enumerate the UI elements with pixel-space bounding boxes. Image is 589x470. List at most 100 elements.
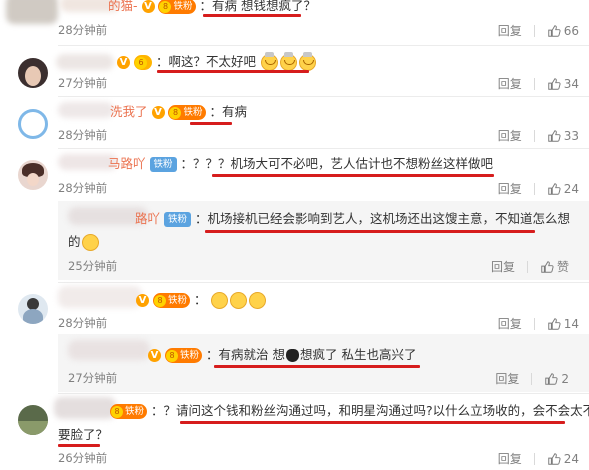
fan-badge: 8 铁粉 xyxy=(158,0,196,14)
comment-line: V 8 铁粉 ：有病就治 想想疯了 私生也高兴了 xyxy=(148,346,416,364)
like-button[interactable]: 24 xyxy=(547,182,579,196)
username[interactable]: 马路吖 xyxy=(108,156,146,171)
crown-emoji-icon xyxy=(298,52,316,71)
colon: ： xyxy=(195,211,208,226)
timestamp: 28分钟前 xyxy=(58,128,108,142)
avatar[interactable] xyxy=(18,405,48,435)
timestamp: 26分钟前 xyxy=(58,451,108,465)
like-label: 赞 xyxy=(556,260,569,274)
verified-icon: V xyxy=(117,56,130,69)
divider xyxy=(533,317,535,330)
avatar[interactable] xyxy=(18,109,48,139)
money-bag-icon xyxy=(285,349,299,362)
username[interactable]: 路吖 xyxy=(135,211,160,226)
like-count: 33 xyxy=(563,128,579,143)
comment-text: ？？？机场大可不必吧，艺人估计也不想粉丝这样做吧 xyxy=(193,156,494,171)
username[interactable]: 的猫- xyxy=(108,0,138,13)
comment-line-2: 要脸了？ xyxy=(58,426,108,444)
comment-actions: 回复 66 xyxy=(498,22,579,39)
comment-1: 的猫- V 8 铁粉 ：有病 想钱想疯了？ 28分钟前 回复 66 xyxy=(0,0,589,46)
comment-text: 啊这？不太好吧 xyxy=(168,54,256,69)
like-button[interactable]: 34 xyxy=(547,77,579,91)
thumbs-up-icon xyxy=(547,77,561,90)
timestamp: 27分钟前 xyxy=(58,76,108,90)
reply-button[interactable]: 回复 xyxy=(498,180,522,197)
colon: ： xyxy=(209,104,222,119)
comment-text: 要脸了？ xyxy=(58,427,109,442)
thumbs-up-icon xyxy=(545,372,558,385)
like-count: 24 xyxy=(563,181,579,196)
colon: ： xyxy=(199,0,212,13)
like-count: 14 xyxy=(563,316,579,331)
avatar[interactable] xyxy=(18,294,48,324)
reply-button[interactable]: 回复 xyxy=(491,258,515,275)
like-button[interactable]: 33 xyxy=(547,129,579,143)
comment-text: 机场接机已经会影响到艺人，这机场还出这馊主意，不知道怎么想 xyxy=(207,211,571,226)
sob-emoji-icon xyxy=(249,292,267,309)
timestamp: 28分钟前 xyxy=(58,316,108,330)
like-count: 34 xyxy=(563,76,579,91)
reply-button[interactable]: 回复 xyxy=(498,75,522,92)
reply-button[interactable]: 回复 xyxy=(498,22,522,39)
reply-button[interactable]: 回复 xyxy=(498,315,522,332)
divider xyxy=(533,77,535,90)
comment-3: 洗我了 V 8 铁粉 ：有病 28分钟前 回复 33 xyxy=(0,96,589,148)
comment-line: 8 铁粉 ：？请问这个钱和粉丝沟通过吗，和明星沟通过吗?以什么立场收的，会不会太不 xyxy=(110,402,589,420)
highlight-underline xyxy=(212,174,494,177)
comment-actions: 回复 24 xyxy=(498,450,579,467)
grin-emoji-icon xyxy=(81,234,99,251)
username[interactable]: 洗我了 xyxy=(110,104,148,119)
timestamp: 28分钟前 xyxy=(58,23,108,37)
comment-line: 的猫- V 8 铁粉 ：有病 想钱想疯了？ xyxy=(108,0,316,15)
verified-icon: V xyxy=(151,106,165,119)
colon: ： xyxy=(193,292,207,307)
avatar[interactable] xyxy=(18,58,48,88)
like-button[interactable]: 14 xyxy=(547,317,579,331)
divider xyxy=(531,372,533,385)
thumbs-up-icon xyxy=(547,182,561,195)
comment-actions: 回复 2 xyxy=(495,370,569,387)
comment-6: 8 铁粉 ：？请问这个钱和粉丝沟通过吗，和明星沟通过吗?以什么立场收的，会不会太不… xyxy=(0,393,589,470)
comment-line: 路吖 铁粉 ：机场接机已经会影响到艺人，这机场还出这馊主意，不知道怎么想 xyxy=(135,210,570,228)
comment-line: V 6 ：啊这？不太好吧 xyxy=(117,52,317,71)
name-blur xyxy=(68,340,150,360)
fan-badge: 8 铁粉 xyxy=(152,293,190,308)
like-button[interactable]: 24 xyxy=(547,452,579,466)
thumbs-up-icon xyxy=(547,317,561,330)
comment-text: 有病 想钱想疯了？ xyxy=(212,0,316,13)
comment-5: V 8 铁粉 ： 28分钟前 回复 14 xyxy=(0,282,589,334)
reply-button[interactable]: 回复 xyxy=(495,370,519,387)
grin-emoji-icon xyxy=(211,292,229,309)
verified-icon: V xyxy=(141,0,155,13)
colon: ： xyxy=(205,347,219,362)
divider xyxy=(533,24,535,37)
divider xyxy=(526,260,528,273)
highlight-underline xyxy=(205,230,535,233)
highlight-underline xyxy=(203,14,301,17)
highlight-underline xyxy=(180,421,565,424)
like-button[interactable]: 2 xyxy=(544,372,569,386)
colon: ： xyxy=(155,54,169,69)
comment-text: 有病就治 想 xyxy=(218,347,285,362)
reply-button[interactable]: 回复 xyxy=(498,450,522,467)
like-button[interactable]: 赞 xyxy=(540,258,569,275)
comment-text: 有病 xyxy=(222,104,248,119)
thumbs-up-icon xyxy=(547,129,561,142)
name-blur xyxy=(56,54,114,70)
thumbs-up-icon xyxy=(547,452,561,465)
fan-badge: 8 铁粉 xyxy=(164,348,202,363)
comment-text: 想疯了 私生也高兴了 xyxy=(299,347,417,362)
reply-1: 路吖 铁粉 ：机场接机已经会影响到艺人，这机场还出这馊主意，不知道怎么想 的 2… xyxy=(0,201,589,280)
like-button[interactable]: 66 xyxy=(547,24,579,38)
verified-icon: V xyxy=(148,349,161,362)
reply-button[interactable]: 回复 xyxy=(498,127,522,144)
avatar[interactable] xyxy=(18,160,48,190)
highlight-underline xyxy=(190,122,232,125)
timestamp: 25分钟前 xyxy=(68,259,118,273)
highlight-underline xyxy=(214,365,420,368)
comment-line: 洗我了 V 8 铁粉 ：有病 xyxy=(110,103,247,121)
like-count: 24 xyxy=(563,451,579,466)
thumbs-up-icon xyxy=(547,24,561,37)
divider xyxy=(533,182,535,195)
comment-actions: 回复 34 xyxy=(498,75,579,92)
